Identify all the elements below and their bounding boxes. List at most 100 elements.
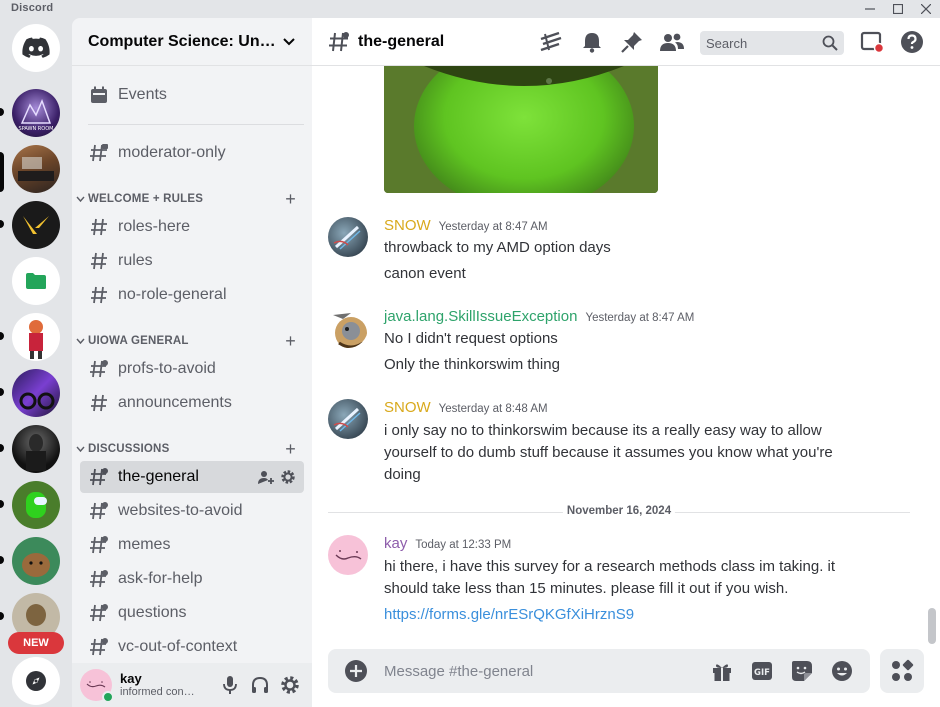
message-text: Only the thinkorswim thing — [384, 356, 560, 373]
events-item[interactable]: Events — [80, 79, 304, 111]
server-desk-photo[interactable] — [12, 145, 60, 193]
add-channel-icon[interactable]: + — [285, 440, 296, 458]
server-dark-figure[interactable] — [12, 425, 60, 473]
category-discussions[interactable]: DISCUSSIONS + — [72, 439, 312, 459]
channel-label: no-role-general — [118, 286, 227, 303]
thread-hash-icon — [88, 502, 110, 520]
thread-hash-icon — [88, 536, 110, 554]
inbox-icon[interactable] — [860, 30, 884, 54]
channel-vc-out-of-context[interactable]: vc-out-of-context — [80, 631, 304, 663]
maximize-icon[interactable] — [884, 0, 912, 18]
channel-ask-for-help[interactable]: ask-for-help — [80, 563, 304, 595]
invite-member-icon[interactable] — [258, 469, 274, 485]
category-label: UIOWA GENERAL — [88, 335, 189, 347]
category-label: WELCOME + RULES — [88, 193, 204, 205]
channel-questions[interactable]: questions — [80, 597, 304, 629]
channel-announcements[interactable]: announcements — [80, 387, 304, 419]
headphones-icon[interactable] — [250, 675, 270, 695]
chevron-down-icon — [76, 338, 88, 345]
sticker-icon[interactable] — [790, 659, 814, 683]
server-rail: SPAWN ROOM NEW — [0, 18, 72, 707]
message-timestamp: Yesterday at 8:47 AM — [585, 312, 695, 324]
avatar[interactable] — [328, 217, 368, 257]
avatar[interactable] — [328, 308, 368, 348]
emoji-icon[interactable] — [830, 659, 854, 683]
minimize-icon[interactable] — [856, 0, 884, 18]
user-settings-gear-icon[interactable] — [280, 675, 300, 695]
server-purple-bike[interactable] — [12, 369, 60, 417]
gif-button[interactable]: GIF — [750, 659, 774, 683]
online-status-indicator — [102, 691, 114, 703]
unread-indicator — [0, 556, 4, 564]
apps-button[interactable] — [880, 649, 924, 693]
close-icon[interactable] — [912, 0, 940, 18]
server-capybara[interactable] — [12, 537, 60, 585]
channel-websites-to-avoid[interactable]: websites-to-avoid — [80, 495, 304, 527]
channel-sidebar: Computer Science: Unde… Events moderator… — [72, 18, 312, 707]
server-among-us[interactable] — [12, 481, 60, 529]
members-icon[interactable] — [660, 30, 684, 54]
help-icon[interactable] — [900, 30, 924, 54]
message-timestamp: Today at 12:33 PM — [415, 539, 512, 551]
custom-status: informed con… — [120, 686, 195, 699]
threads-icon[interactable] — [539, 30, 563, 54]
server-folder[interactable] — [12, 257, 60, 305]
chevron-down-icon — [76, 446, 88, 453]
message-composer[interactable]: Message #the-general GIF — [328, 649, 870, 693]
add-channel-icon[interactable]: + — [285, 190, 296, 208]
locked-hash-icon — [88, 143, 110, 163]
server-valorant[interactable] — [12, 201, 60, 249]
selected-indicator — [0, 152, 4, 192]
avatar[interactable] — [328, 535, 368, 575]
avatar[interactable] — [328, 399, 368, 439]
image-attachment[interactable] — [384, 66, 658, 193]
chevron-down-icon — [76, 196, 88, 203]
message-input[interactable]: Message #the-general — [384, 663, 710, 680]
author-name[interactable]: kay — [384, 535, 407, 552]
folder-icon — [26, 273, 46, 289]
unread-indicator — [0, 220, 4, 228]
thread-hash-icon — [88, 638, 110, 656]
add-channel-icon[interactable]: + — [285, 332, 296, 350]
explore-servers-button[interactable] — [12, 657, 60, 705]
scrollbar-thumb[interactable] — [928, 608, 936, 644]
channel-no-role-general[interactable]: no-role-general — [80, 279, 304, 311]
message-text: No I didn't request options — [384, 330, 558, 347]
channel-the-general[interactable]: the-general — [80, 461, 304, 493]
notification-bell-icon[interactable] — [580, 30, 604, 54]
author-name[interactable]: SNOW — [384, 217, 431, 234]
unread-indicator — [0, 612, 4, 620]
channel-label: the-general — [118, 468, 199, 485]
gear-icon[interactable] — [280, 469, 296, 485]
channel-roles-here[interactable]: roles-here — [80, 211, 304, 243]
add-attachment-icon[interactable] — [344, 659, 368, 683]
guild-header[interactable]: Computer Science: Unde… — [72, 18, 312, 66]
server-spawn-room[interactable]: SPAWN ROOM — [12, 89, 60, 137]
channel-label: rules — [118, 252, 153, 269]
unread-indicator — [0, 388, 4, 396]
category-welcome-rules[interactable]: WELCOME + RULES + — [72, 189, 312, 209]
microphone-icon[interactable] — [220, 675, 240, 695]
avatar[interactable] — [80, 669, 114, 703]
search-placeholder: Search — [706, 35, 748, 51]
author-name[interactable]: SNOW — [384, 399, 431, 416]
server-anime[interactable] — [12, 313, 60, 361]
channel-moderator-only[interactable]: moderator-only — [80, 137, 304, 169]
search-input[interactable]: Search — [700, 31, 844, 55]
message-text: throwback to my AMD option days — [384, 239, 611, 256]
app-name: Discord — [11, 2, 54, 14]
thread-hash-icon — [88, 570, 110, 588]
pin-icon[interactable] — [620, 30, 644, 54]
category-uiowa-general[interactable]: UIOWA GENERAL + — [72, 331, 312, 351]
gift-icon[interactable] — [710, 659, 734, 683]
discord-home-button[interactable] — [12, 24, 60, 72]
unread-indicator — [0, 500, 4, 508]
channel-profs-to-avoid[interactable]: profs-to-avoid — [80, 353, 304, 385]
channel-memes[interactable]: memes — [80, 529, 304, 561]
channel-title: the-general — [358, 32, 445, 50]
channel-rules[interactable]: rules — [80, 245, 304, 277]
author-name[interactable]: java.lang.SkillIssueException — [384, 308, 577, 325]
unread-indicator — [0, 108, 4, 116]
search-icon — [822, 35, 838, 51]
message-link[interactable]: https://forms.gle/nrESrQKGfXiHrznS9 — [384, 604, 634, 626]
